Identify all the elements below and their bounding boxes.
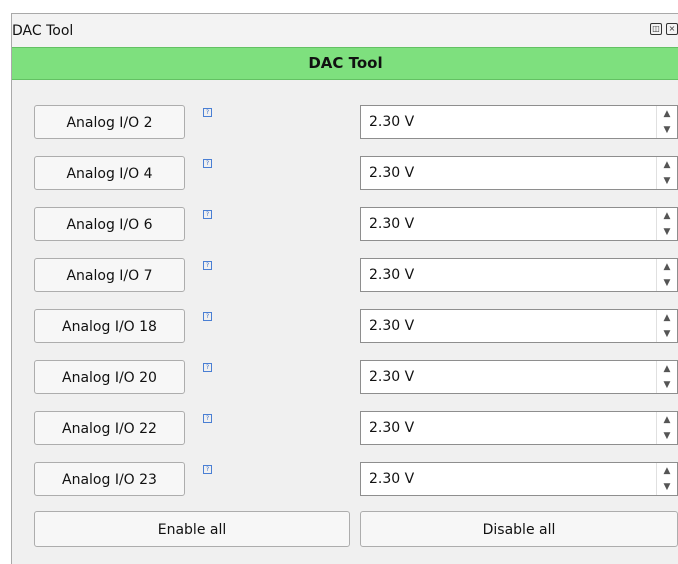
spin-buttons: ▲ ▼ — [656, 106, 677, 138]
channel-row: Analog I/O 7 ? 2.30 V ▲ ▼ — [12, 258, 678, 298]
spin-up-icon[interactable]: ▲ — [657, 310, 677, 326]
close-icon[interactable]: × — [666, 23, 678, 35]
spin-up-icon[interactable]: ▲ — [657, 208, 677, 224]
voltage-spinbox[interactable]: 2.30 V ▲ ▼ — [360, 207, 678, 241]
spin-buttons: ▲ ▼ — [656, 259, 677, 291]
voltage-value[interactable]: 2.30 V — [369, 318, 414, 334]
spin-up-icon[interactable]: ▲ — [657, 463, 677, 479]
spin-down-icon[interactable]: ▼ — [657, 224, 677, 240]
channel-button[interactable]: Analog I/O 7 — [34, 258, 185, 292]
channel-row: Analog I/O 6 ? 2.30 V ▲ ▼ — [12, 207, 678, 247]
channel-row: Analog I/O 18 ? 2.30 V ▲ ▼ — [12, 309, 678, 349]
spin-down-icon[interactable]: ▼ — [657, 275, 677, 291]
channel-row: Analog I/O 2 ? 2.30 V ▲ ▼ — [12, 105, 678, 145]
channel-button[interactable]: Analog I/O 6 — [34, 207, 185, 241]
voltage-value[interactable]: 2.30 V — [369, 267, 414, 283]
voltage-value[interactable]: 2.30 V — [369, 216, 414, 232]
disable-all-button[interactable]: Disable all — [360, 511, 678, 547]
spin-down-icon[interactable]: ▼ — [657, 326, 677, 342]
spin-up-icon[interactable]: ▲ — [657, 106, 677, 122]
help-icon[interactable]: ? — [203, 108, 212, 117]
header-bar: DAC Tool — [12, 47, 678, 80]
channel-button[interactable]: Analog I/O 18 — [34, 309, 185, 343]
channel-button[interactable]: Analog I/O 23 — [34, 462, 185, 496]
voltage-spinbox[interactable]: 2.30 V ▲ ▼ — [360, 105, 678, 139]
help-icon[interactable]: ? — [203, 210, 212, 219]
voltage-value[interactable]: 2.30 V — [369, 165, 414, 181]
channel-button[interactable]: Analog I/O 22 — [34, 411, 185, 445]
spin-down-icon[interactable]: ▼ — [657, 377, 677, 393]
window-title: DAC Tool — [12, 23, 74, 39]
help-icon[interactable]: ? — [203, 312, 212, 321]
spin-buttons: ▲ ▼ — [656, 412, 677, 444]
enable-all-button[interactable]: Enable all — [34, 511, 350, 547]
voltage-value[interactable]: 2.30 V — [369, 369, 414, 385]
voltage-spinbox[interactable]: 2.30 V ▲ ▼ — [360, 411, 678, 445]
help-icon[interactable]: ? — [203, 363, 212, 372]
help-icon[interactable]: ? — [203, 261, 212, 270]
voltage-spinbox[interactable]: 2.30 V ▲ ▼ — [360, 309, 678, 343]
dac-tool-panel: DAC Tool ◫ × DAC Tool Analog I/O 2 ? 2.3… — [11, 13, 678, 564]
voltage-spinbox[interactable]: 2.30 V ▲ ▼ — [360, 360, 678, 394]
restore-icon[interactable]: ◫ — [650, 23, 662, 35]
spin-buttons: ▲ ▼ — [656, 361, 677, 393]
panel-titlebar: DAC Tool ◫ × — [12, 14, 678, 47]
spin-down-icon[interactable]: ▼ — [657, 122, 677, 138]
channel-row: Analog I/O 23 ? 2.30 V ▲ ▼ — [12, 462, 678, 502]
spin-up-icon[interactable]: ▲ — [657, 361, 677, 377]
channel-button[interactable]: Analog I/O 2 — [34, 105, 185, 139]
help-icon[interactable]: ? — [203, 414, 212, 423]
spin-down-icon[interactable]: ▼ — [657, 479, 677, 495]
spin-down-icon[interactable]: ▼ — [657, 173, 677, 189]
voltage-value[interactable]: 2.30 V — [369, 471, 414, 487]
spin-buttons: ▲ ▼ — [656, 310, 677, 342]
channel-row: Analog I/O 20 ? 2.30 V ▲ ▼ — [12, 360, 678, 400]
help-icon[interactable]: ? — [203, 159, 212, 168]
spin-up-icon[interactable]: ▲ — [657, 412, 677, 428]
header-title: DAC Tool — [308, 54, 383, 72]
spin-buttons: ▲ ▼ — [656, 463, 677, 495]
channel-row: Analog I/O 4 ? 2.30 V ▲ ▼ — [12, 156, 678, 196]
spin-down-icon[interactable]: ▼ — [657, 428, 677, 444]
voltage-spinbox[interactable]: 2.30 V ▲ ▼ — [360, 462, 678, 496]
help-icon[interactable]: ? — [203, 465, 212, 474]
spin-up-icon[interactable]: ▲ — [657, 259, 677, 275]
spin-buttons: ▲ ▼ — [656, 208, 677, 240]
voltage-spinbox[interactable]: 2.30 V ▲ ▼ — [360, 156, 678, 190]
voltage-value[interactable]: 2.30 V — [369, 420, 414, 436]
spin-buttons: ▲ ▼ — [656, 157, 677, 189]
channel-button[interactable]: Analog I/O 4 — [34, 156, 185, 190]
voltage-spinbox[interactable]: 2.30 V ▲ ▼ — [360, 258, 678, 292]
voltage-value[interactable]: 2.30 V — [369, 114, 414, 130]
spin-up-icon[interactable]: ▲ — [657, 157, 677, 173]
channel-row: Analog I/O 22 ? 2.30 V ▲ ▼ — [12, 411, 678, 451]
channel-button[interactable]: Analog I/O 20 — [34, 360, 185, 394]
